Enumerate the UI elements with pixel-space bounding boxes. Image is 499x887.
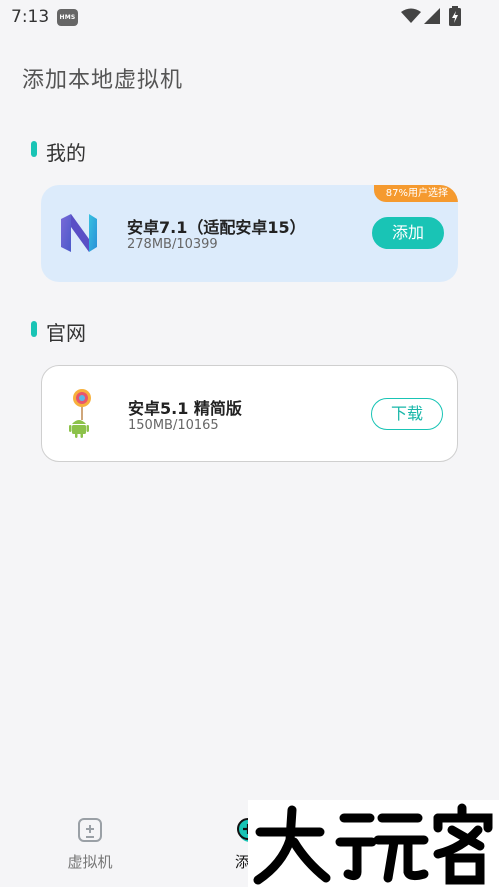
vm-name: 安卓7.1（适配安卓15） xyxy=(127,218,306,237)
vm-name: 安卓5.1 精简版 xyxy=(128,399,242,418)
tab-label: 虚拟机 xyxy=(67,853,113,871)
android-lollipop-icon xyxy=(69,389,91,438)
wifi-icon xyxy=(401,8,421,23)
vm-card-android-7-1[interactable]: 87%用户选择 安卓7.1（适配安卓15） 278MB/10399 添加 xyxy=(41,185,458,282)
page-title: 添加本地虚拟机 xyxy=(22,68,184,93)
cell-signal-icon xyxy=(424,8,440,24)
status-time: 7:13 xyxy=(11,7,50,27)
section-marker xyxy=(31,321,37,337)
battery-charging-icon xyxy=(449,6,461,26)
android-nougat-icon xyxy=(61,214,97,252)
section-title: 我的 xyxy=(46,141,86,165)
tab-vm[interactable]: 虚拟机 xyxy=(40,816,140,872)
add-button[interactable]: 添加 xyxy=(372,217,444,249)
vm-card-android-5-1[interactable]: 安卓5.1 精简版 150MB/10165 下载 xyxy=(41,365,458,462)
status-bar: 7:13 HMS xyxy=(0,0,499,36)
vm-size-count: 278MB/10399 xyxy=(127,237,218,252)
popularity-badge: 87%用户选择 xyxy=(373,185,458,202)
vm-size-count: 150MB/10165 xyxy=(128,418,219,433)
download-button[interactable]: 下载 xyxy=(371,398,443,430)
watermark-logo xyxy=(248,800,499,887)
vm-icon xyxy=(78,818,102,842)
section-marker xyxy=(31,141,37,157)
section-title: 官网 xyxy=(46,321,86,345)
hms-icon: HMS xyxy=(57,9,78,26)
